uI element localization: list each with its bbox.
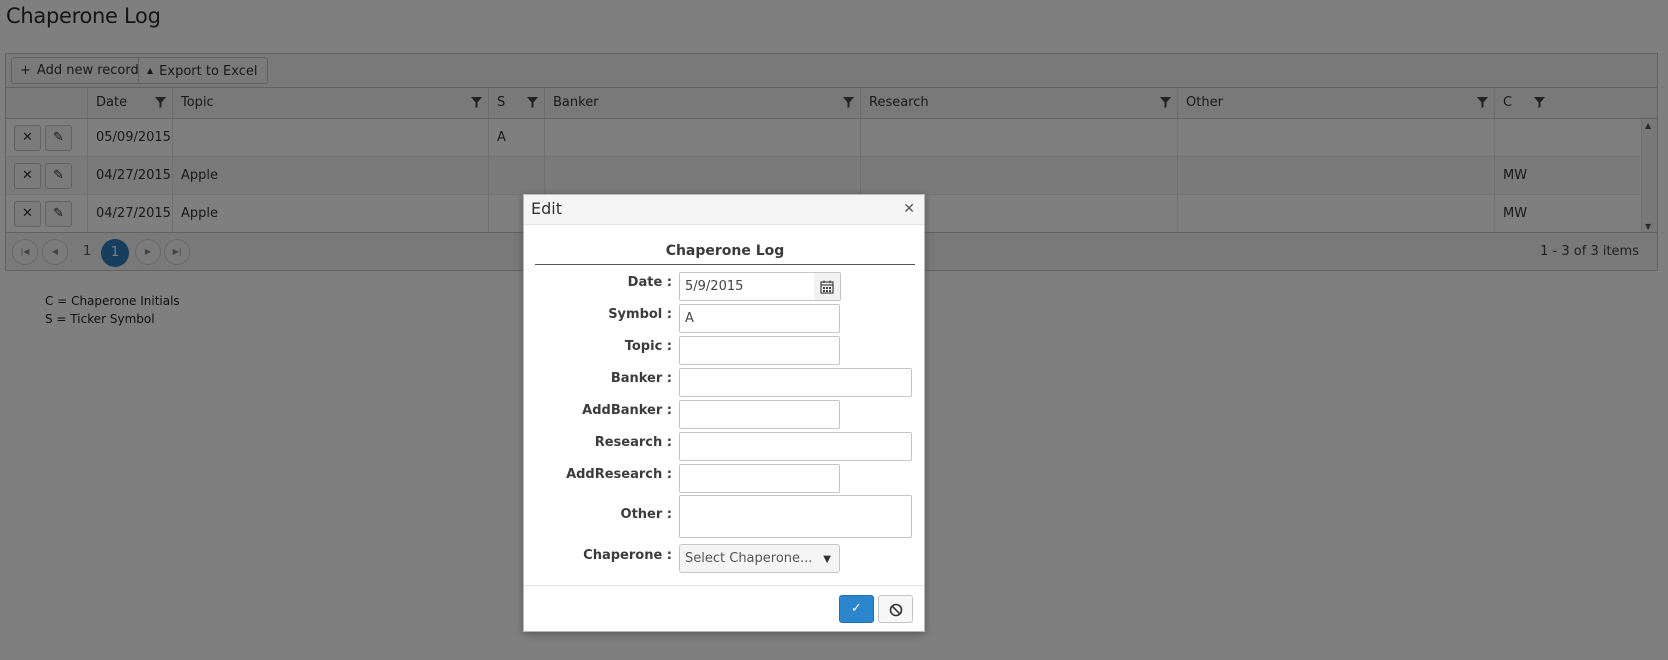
add-research-input[interactable] — [679, 464, 840, 493]
edit-dialog: Edit ✕ Chaperone Log Date : 5/9/2015 Sym… — [523, 194, 925, 632]
calendar-icon — [820, 280, 834, 294]
check-icon: ✓ — [851, 601, 862, 616]
banker-label: Banker : — [610, 371, 672, 386]
symbol-label: Symbol : — [608, 307, 672, 322]
form-heading: Chaperone Log — [535, 243, 915, 265]
chaperone-select[interactable]: Select Chaperone... ▼ — [679, 544, 840, 573]
dialog-footer: ✓ — [524, 585, 924, 631]
calendar-button[interactable] — [814, 272, 841, 301]
add-research-label: AddResearch : — [566, 467, 672, 482]
dialog-title: Edit — [531, 199, 562, 218]
chevron-down-icon: ▼ — [823, 554, 831, 565]
research-input[interactable] — [679, 432, 912, 461]
other-label: Other : — [620, 507, 672, 522]
close-icon[interactable]: ✕ — [903, 201, 915, 217]
topic-label: Topic : — [624, 339, 672, 354]
chaperone-select-value: Select Chaperone... — [685, 551, 813, 566]
research-label: Research : — [594, 435, 672, 450]
date-label: Date : — [627, 275, 672, 290]
dialog-titlebar: Edit ✕ — [524, 195, 924, 225]
add-banker-label: AddBanker : — [582, 403, 672, 418]
cancel-icon — [889, 603, 902, 616]
topic-input[interactable] — [679, 336, 840, 365]
chaperone-label: Chaperone : — [583, 548, 672, 563]
save-button[interactable]: ✓ — [839, 595, 874, 623]
banker-input[interactable] — [679, 368, 912, 397]
symbol-input[interactable]: A — [679, 304, 840, 333]
add-banker-input[interactable] — [679, 400, 840, 429]
cancel-button[interactable] — [878, 595, 913, 623]
other-textarea[interactable] — [679, 495, 912, 538]
date-input[interactable]: 5/9/2015 — [679, 272, 815, 301]
